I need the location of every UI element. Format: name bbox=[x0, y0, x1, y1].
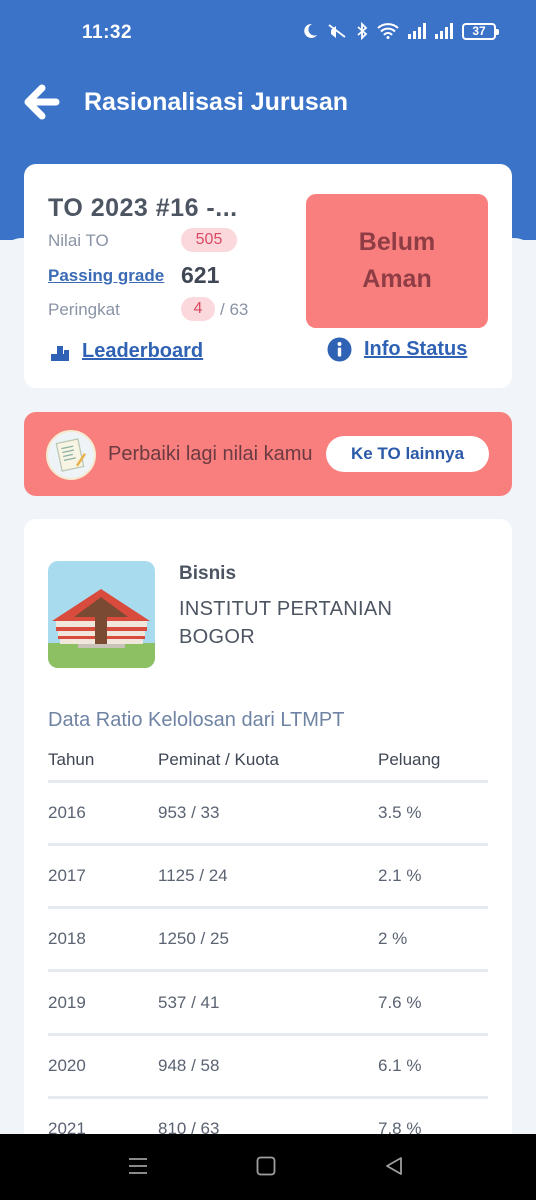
table-row: 2021 810 / 63 7.8 % bbox=[48, 1097, 488, 1139]
peringkat-label: Peringkat bbox=[48, 300, 120, 319]
cell-applicants-quota: 948 / 58 bbox=[158, 1034, 378, 1099]
cell-applicants-quota: 1125 / 24 bbox=[158, 844, 378, 910]
nilai-label: Nilai TO bbox=[48, 231, 109, 250]
university-name-line-2: BOGOR bbox=[179, 626, 255, 648]
cell-year: 2016 bbox=[48, 781, 158, 846]
system-nav-bar bbox=[0, 1134, 536, 1200]
leaderboard-label: Leaderboard bbox=[82, 340, 204, 362]
cell-year: 2020 bbox=[48, 1034, 158, 1099]
table-row: 2016 953 / 33 3.5 % bbox=[48, 781, 488, 846]
status-icons: 37 bbox=[302, 22, 499, 40]
cell-applicants-quota: 810 / 63 bbox=[158, 1097, 378, 1139]
university-name: INSTITUT PERTANIAN BOGOR bbox=[179, 595, 419, 651]
score-summary-card: TO 2023 #16 -... Nilai TO 505 Passing gr… bbox=[24, 164, 512, 388]
column-header-chance: Peluang bbox=[378, 741, 488, 783]
cell-chance: 6.1 % bbox=[378, 1034, 488, 1099]
battery-icon: 37 bbox=[462, 22, 499, 40]
banner-text: Perbaiki lagi nilai kamu bbox=[108, 443, 313, 465]
status-box: Belum Aman bbox=[306, 194, 488, 328]
cell-chance: 7.6 % bbox=[378, 970, 488, 1036]
moon-icon bbox=[304, 23, 317, 38]
page-title: Rasionalisasi Jurusan bbox=[84, 88, 349, 116]
cell-chance: 3.5 % bbox=[378, 781, 488, 846]
rank-badge: 4 bbox=[181, 297, 215, 321]
column-header-year: Tahun bbox=[48, 741, 158, 783]
cell-applicants-quota: 537 / 41 bbox=[158, 970, 378, 1036]
other-tryout-button[interactable]: Ke TO lainnya bbox=[326, 436, 489, 472]
rank-total: / 63 bbox=[220, 300, 249, 319]
home-nav-icon[interactable] bbox=[256, 1156, 276, 1176]
wifi-icon bbox=[377, 23, 399, 39]
cell-year: 2019 bbox=[48, 970, 158, 1036]
university-name-line-1: INSTITUT PERTANIAN bbox=[179, 598, 393, 620]
cell-chance: 2.1 % bbox=[378, 844, 488, 910]
signal-icon bbox=[408, 23, 426, 39]
cell-applicants-quota: 953 / 33 bbox=[158, 781, 378, 846]
info-status-link[interactable]: Info Status bbox=[327, 337, 467, 362]
back-arrow-icon[interactable] bbox=[22, 82, 62, 122]
passing-grade-link[interactable]: Passing grade bbox=[48, 266, 164, 286]
major-name: Bisnis bbox=[179, 563, 237, 584]
status-line-2: Aman bbox=[362, 265, 432, 293]
back-nav-icon[interactable] bbox=[384, 1156, 404, 1176]
menu-nav-icon[interactable] bbox=[128, 1156, 148, 1176]
cell-year: 2021 bbox=[48, 1097, 158, 1139]
cell-applicants-quota: 1250 / 25 bbox=[158, 907, 378, 973]
table-row: 2020 948 / 58 6.1 % bbox=[48, 1034, 488, 1099]
mute-icon bbox=[328, 24, 346, 38]
column-header-applicants-quota: Peminat / Kuota bbox=[158, 741, 378, 783]
ratio-title: Data Ratio Kelolosan dari LTMPT bbox=[48, 709, 345, 731]
campus-image bbox=[48, 561, 155, 668]
major-detail-card: Bisnis INSTITUT PERTANIAN BOGOR Data Rat… bbox=[24, 519, 512, 1139]
cell-year: 2018 bbox=[48, 907, 158, 973]
ratio-table: Tahun Peminat / Kuota Peluang 2016 953 /… bbox=[48, 741, 488, 1139]
table-row: 2017 1125 / 24 2.1 % bbox=[48, 844, 488, 910]
cell-chance: 2 % bbox=[378, 907, 488, 973]
info-status-label: Info Status bbox=[364, 338, 468, 360]
bluetooth-icon bbox=[357, 22, 368, 40]
exam-paper-icon bbox=[46, 430, 96, 480]
table-header-row: Tahun Peminat / Kuota Peluang bbox=[48, 741, 488, 783]
passing-grade-value: 621 bbox=[181, 262, 220, 288]
tryout-title: TO 2023 #16 -... bbox=[48, 194, 238, 222]
improve-banner: Perbaiki lagi nilai kamu Ke TO lainnya bbox=[24, 412, 512, 496]
table-row: 2018 1250 / 25 2 % bbox=[48, 907, 488, 973]
status-time: 11:32 bbox=[82, 22, 133, 43]
cell-chance: 7.8 % bbox=[378, 1097, 488, 1139]
table-row: 2019 537 / 41 7.6 % bbox=[48, 970, 488, 1036]
nilai-badge: 505 bbox=[181, 228, 237, 252]
leaderboard-icon bbox=[51, 345, 69, 361]
status-line-1: Belum bbox=[358, 228, 436, 256]
signal-icon bbox=[435, 23, 453, 39]
info-icon bbox=[327, 337, 352, 362]
status-bar: 11:32 37 bbox=[0, 0, 536, 66]
cell-year: 2017 bbox=[48, 844, 158, 910]
leaderboard-link[interactable]: Leaderboard bbox=[50, 340, 203, 363]
